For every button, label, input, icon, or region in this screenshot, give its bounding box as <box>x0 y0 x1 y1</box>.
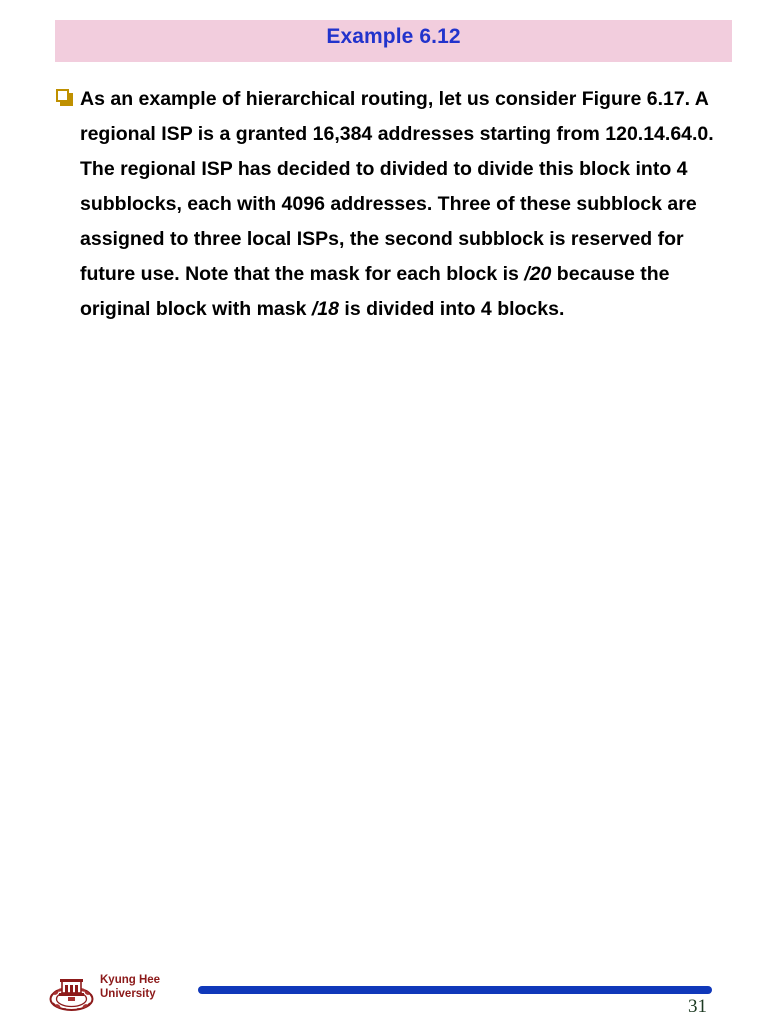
mask-slash-18: /18 <box>311 298 339 320</box>
square-bullet-icon <box>56 89 73 106</box>
university-name-line2: University <box>100 988 156 1000</box>
bullet-paragraph: As an example of hierarchical routing, l… <box>80 82 735 327</box>
bullet-list-item: As an example of hierarchical routing, l… <box>55 82 735 327</box>
university-crest-icon <box>49 979 94 1011</box>
paragraph-part-1: As an example of hierarchical routing, l… <box>80 88 714 285</box>
university-name: Kyung Hee University <box>100 973 160 1001</box>
slide-body: As an example of hierarchical routing, l… <box>55 82 735 327</box>
university-name-line1: Kyung Hee <box>100 974 161 986</box>
mask-slash-20: /20 <box>524 263 552 285</box>
paragraph-part-3: is divided into 4 blocks. <box>339 298 565 320</box>
footer-divider-rule <box>198 986 712 994</box>
slide-footer: Kyung Hee University 31 <box>0 483 780 1017</box>
page-title: Example 6.12 <box>326 25 461 48</box>
page-number: 31 <box>688 996 707 1017</box>
title-band: Example 6.12 <box>55 20 732 62</box>
